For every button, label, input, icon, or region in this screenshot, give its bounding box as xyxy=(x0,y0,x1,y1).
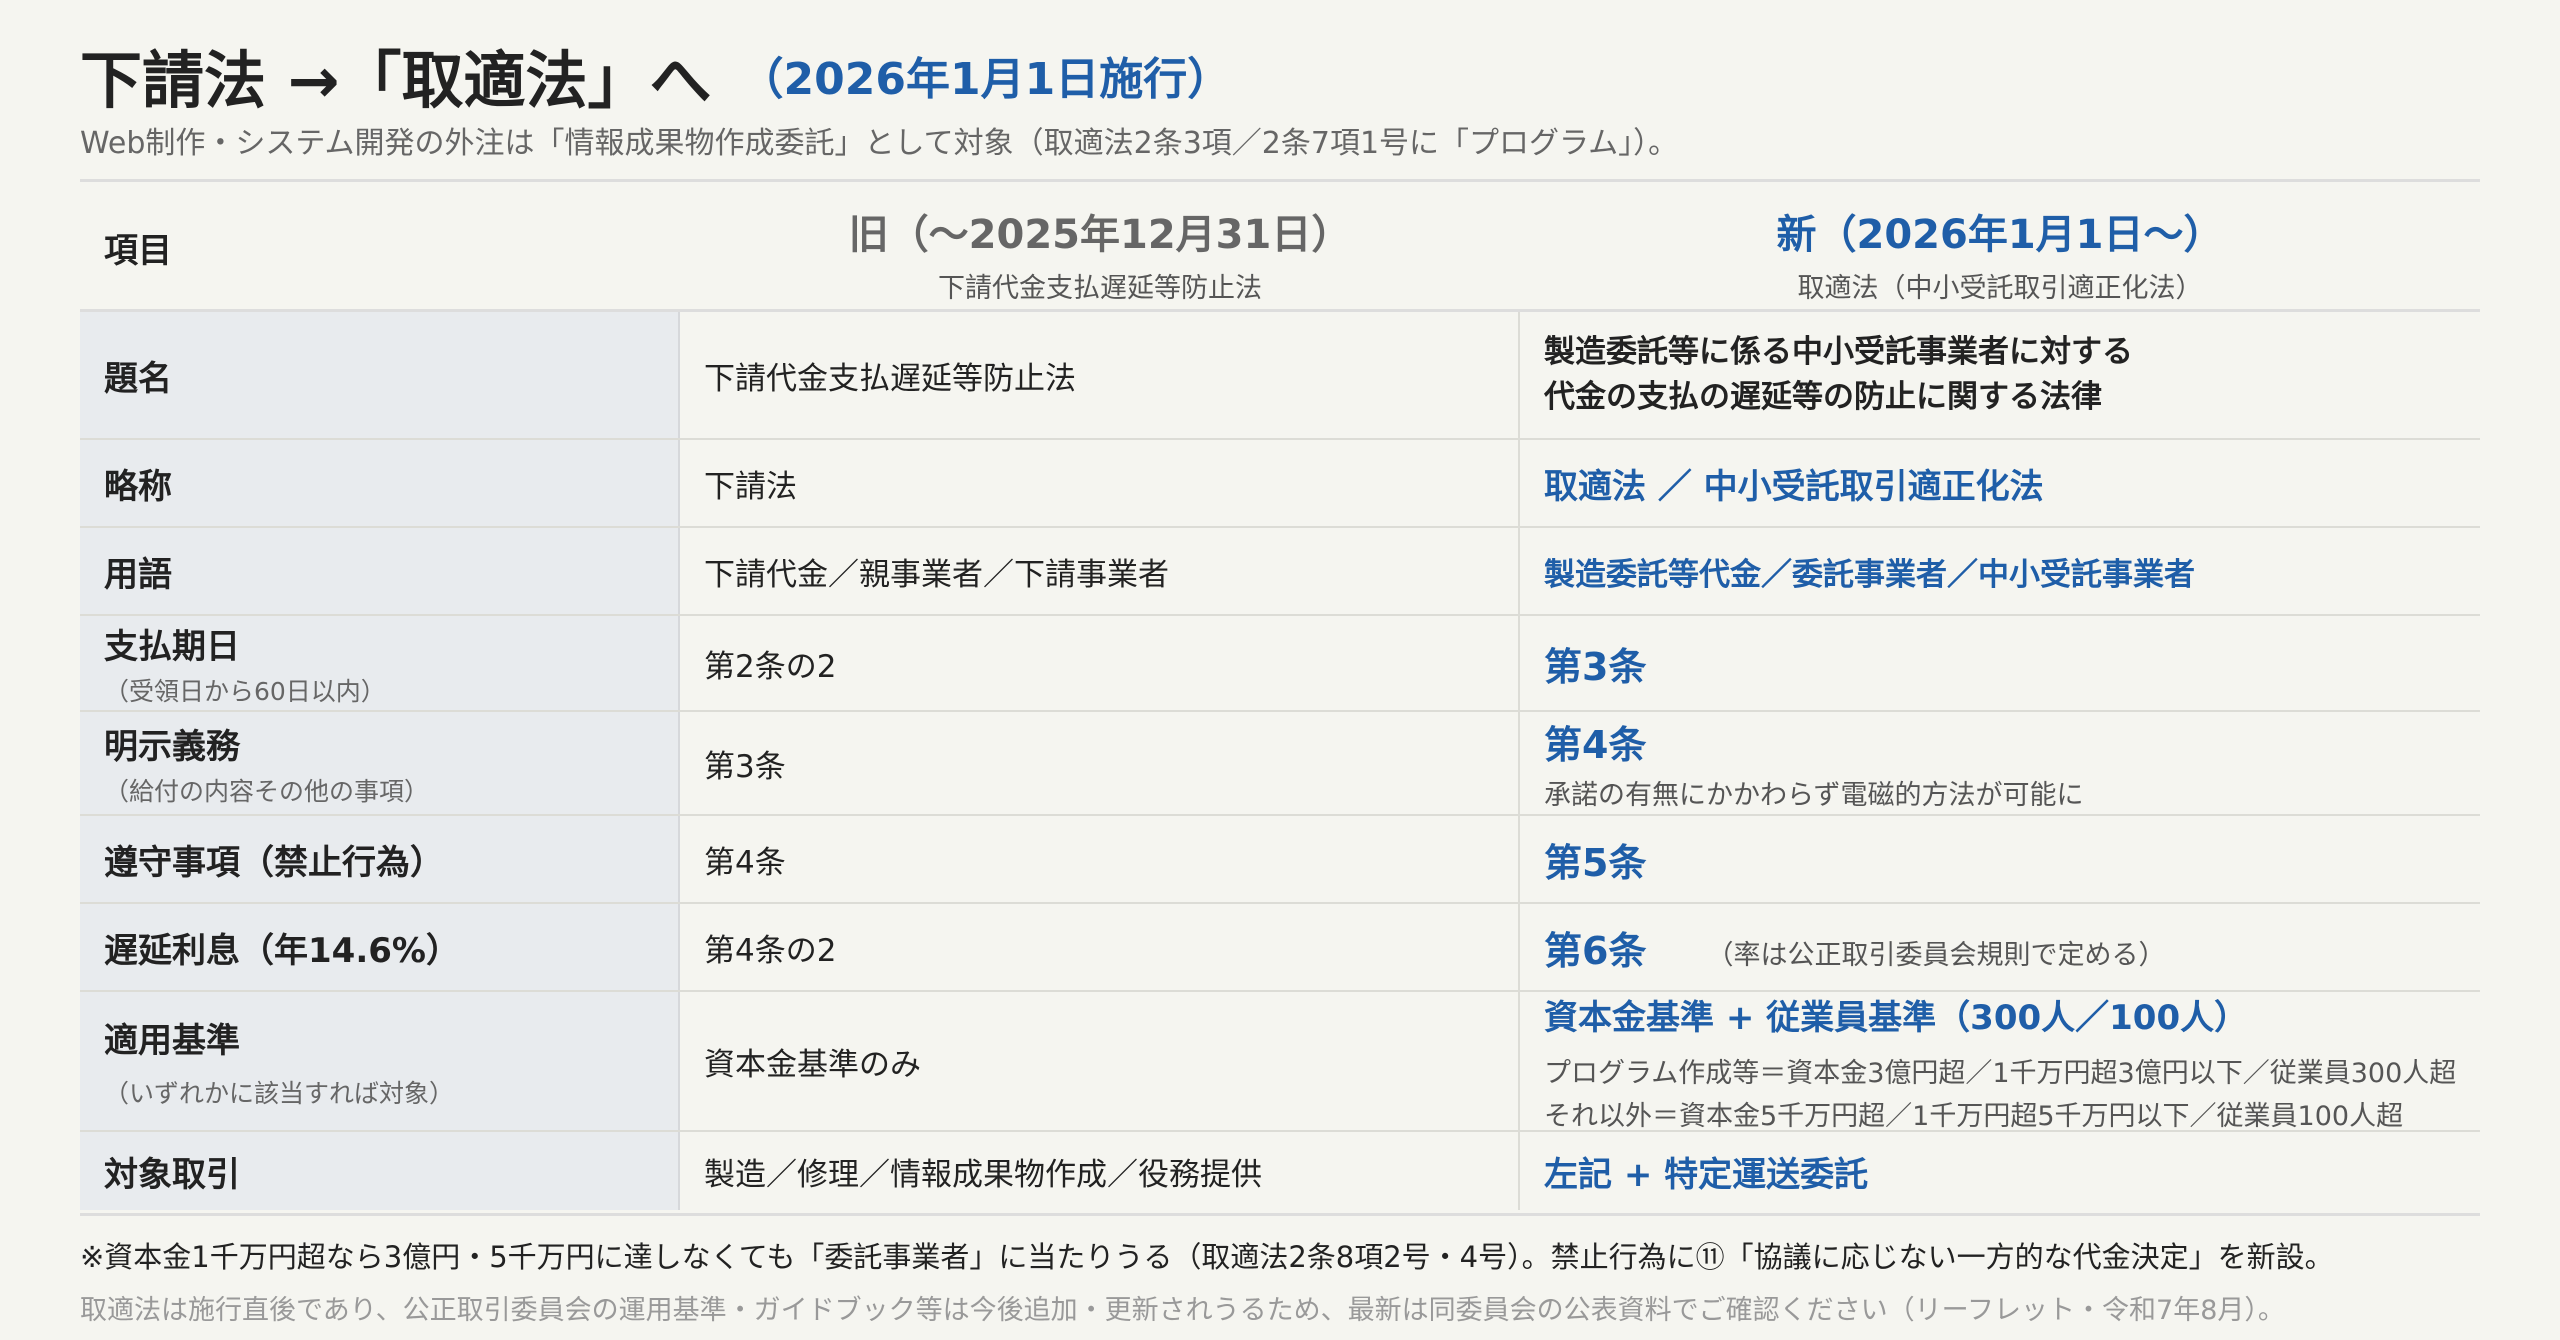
new-value: 第5条 xyxy=(1544,840,1647,885)
page-subtitle: Web制作・システム開発の外注は「情報成果物作成委託」として対象（取適法2条3項… xyxy=(80,126,1679,161)
row-label-note: （受領日から60日以内） xyxy=(104,676,386,706)
new-value-note: 承諾の有無にかかわらず電磁的方法が可能に xyxy=(1544,780,2084,811)
old-cell: 第2条の2 xyxy=(680,616,1520,710)
table-row: 適用基準 （いずれかに該当すれば対象） 資本金基準のみ 資本金基準 + 従業員基… xyxy=(80,992,2480,1132)
row-label-text: 明示義務 xyxy=(104,726,240,767)
row-label-text: 適用基準 xyxy=(104,1020,240,1061)
old-value: 第3条 xyxy=(704,748,786,785)
page: 下請法 →「取適法」へ （2026年1月1日施行） Web制作・システム開発の外… xyxy=(0,0,2560,1340)
new-value-note: プログラム作成等＝資本金3億円超／1千万円超3億円以下／従業員300人超 xyxy=(1544,1057,2457,1089)
footnote-disclaimer: 取適法は施行直後であり、公正取引委員会の運用基準・ガイドブック等は今後追加・更新… xyxy=(80,1295,2285,1326)
row-label: 支払期日 （受領日から60日以内） xyxy=(80,616,680,710)
table-row: 遅延利息（年14.6%） 第4条の2 第6条 （率は公正取引委員会規則で定める） xyxy=(80,904,2480,992)
new-cell: 左記 + 特定運送委託 xyxy=(1520,1132,2480,1210)
header-new-subtitle: 取適法（中小受託取引適正化法） xyxy=(1797,273,2203,304)
table-row: 略称 下請法 取適法 ／ 中小受託取引適正化法 xyxy=(80,440,2480,528)
table-row: 遵守事項（禁止行為） 第4条 第5条 xyxy=(80,816,2480,904)
row-label: 適用基準 （いずれかに該当すれば対象） xyxy=(80,992,680,1130)
row-label-text: 遵守事項（禁止行為） xyxy=(104,842,444,883)
new-value: 左記 + 特定運送委託 xyxy=(1544,1154,1869,1195)
table-row: 対象取引 製造／修理／情報成果物作成／役務提供 左記 + 特定運送委託 xyxy=(80,1132,2480,1210)
old-value: 第4条の2 xyxy=(704,932,837,969)
page-title: 下請法 →「取適法」へ xyxy=(80,44,712,117)
new-cell: 第3条 xyxy=(1520,616,2480,710)
row-label-note: （給付の内容その他の事項） xyxy=(104,776,430,806)
new-cell: 第5条 xyxy=(1520,816,2480,902)
new-value: 第4条 xyxy=(1544,723,1647,767)
new-value: 第6条 xyxy=(1544,928,1647,973)
old-value: 製造／修理／情報成果物作成／役務提供 xyxy=(704,1156,1262,1193)
header-old: 旧（〜2025年12月31日） 下請代金支払遅延等防止法 xyxy=(680,182,1520,312)
old-value: 第4条 xyxy=(704,844,786,881)
header-new: 新（2026年1月1日〜） 取適法（中小受託取引適正化法） xyxy=(1520,182,2480,312)
row-label-text: 題名 xyxy=(104,358,172,399)
row-label: 明示義務 （給付の内容その他の事項） xyxy=(80,712,680,814)
old-value: 資本金基準のみ xyxy=(704,1046,921,1083)
old-cell: 第4条 xyxy=(680,816,1520,902)
row-label: 略称 xyxy=(80,440,680,526)
row-label-note: （いずれかに該当すれば対象） xyxy=(104,1078,455,1108)
table-row: 明示義務 （給付の内容その他の事項） 第3条 第4条 承諾の有無にかかわらず電磁… xyxy=(80,712,2480,816)
row-label-text: 支払期日 xyxy=(104,626,240,667)
old-cell: 下請代金／親事業者／下請事業者 xyxy=(680,528,1520,614)
old-value: 下請代金／親事業者／下請事業者 xyxy=(704,556,1169,593)
row-label: 遵守事項（禁止行為） xyxy=(80,816,680,902)
row-label: 対象取引 xyxy=(80,1132,680,1210)
row-label: 遅延利息（年14.6%） xyxy=(80,904,680,990)
old-cell: 下請法 xyxy=(680,440,1520,526)
effective-date: （2026年1月1日施行） xyxy=(739,54,1232,105)
old-value: 下請法 xyxy=(704,468,797,505)
new-cell: 第4条 承諾の有無にかかわらず電磁的方法が可能に xyxy=(1520,712,2480,814)
new-value-group: 第6条 （率は公正取引委員会規則で定める） xyxy=(1544,920,2480,975)
header-new-title: 新（2026年1月1日〜） xyxy=(1776,212,2224,258)
row-label-text: 遅延利息（年14.6%） xyxy=(104,930,460,971)
new-cell: 取適法 ／ 中小受託取引適正化法 xyxy=(1520,440,2480,526)
table-row: 用語 下請代金／親事業者／下請事業者 製造委託等代金／委託事業者／中小受託事業者 xyxy=(80,528,2480,616)
old-value: 下請代金支払遅延等防止法 xyxy=(704,360,1076,397)
row-label: 題名 xyxy=(80,312,680,438)
new-cell: 第6条 （率は公正取引委員会規則で定める） xyxy=(1520,904,2480,990)
comparison-table: 題名 下請代金支払遅延等防止法 製造委託等に係る中小受託事業者に対する 代金の支… xyxy=(80,312,2480,1210)
new-cell: 資本金基準 + 従業員基準（300人／100人） プログラム作成等＝資本金3億円… xyxy=(1520,992,2480,1132)
new-value: 取適法 ／ 中小受託取引適正化法 xyxy=(1544,466,2044,507)
new-value: 第3条 xyxy=(1544,644,1647,689)
new-value: 資本金基準 + 従業員基準（300人／100人） xyxy=(1544,997,2249,1038)
old-cell: 製造／修理／情報成果物作成／役務提供 xyxy=(680,1132,1520,1210)
header-old-subtitle: 下請代金支払遅延等防止法 xyxy=(938,273,1262,304)
new-value-line2: 代金の支払の遅延等の防止に関する法律 xyxy=(1544,379,2102,415)
row-label-text: 略称 xyxy=(104,466,172,507)
footnote: ※資本金1千万円超なら3億円・5千万円に達しなくても「委託事業者」に当たりうる（… xyxy=(80,1240,2334,1274)
header-old-title: 旧（〜2025年12月31日） xyxy=(848,212,1352,258)
old-cell: 第4条の2 xyxy=(680,904,1520,990)
header-item: 項目 xyxy=(80,182,680,312)
table-row: 支払期日 （受領日から60日以内） 第2条の2 第3条 xyxy=(80,616,2480,712)
old-value: 第2条の2 xyxy=(704,648,837,685)
row-label-text: 用語 xyxy=(104,554,172,595)
new-value-note: それ以外＝資本金5千万円超／1千万円超5千万円以下／従業員100人超 xyxy=(1544,1100,2404,1132)
table-row: 題名 下請代金支払遅延等防止法 製造委託等に係る中小受託事業者に対する 代金の支… xyxy=(80,312,2480,440)
new-value: 製造委託等代金／委託事業者／中小受託事業者 xyxy=(1544,556,2195,593)
new-cell: 製造委託等に係る中小受託事業者に対する 代金の支払の遅延等の防止に関する法律 xyxy=(1520,312,2480,438)
divider xyxy=(80,1213,2480,1216)
row-label-text: 対象取引 xyxy=(104,1154,240,1195)
new-value-note: （率は公正取引委員会規則で定める） xyxy=(1706,939,2166,971)
row-label: 用語 xyxy=(80,528,680,614)
old-cell: 資本金基準のみ xyxy=(680,992,1520,1130)
title-row: 下請法 →「取適法」へ （2026年1月1日施行） xyxy=(80,30,2480,120)
new-cell: 製造委託等代金／委託事業者／中小受託事業者 xyxy=(1520,528,2480,614)
old-cell: 下請代金支払遅延等防止法 xyxy=(680,312,1520,438)
new-value-line1: 製造委託等に係る中小受託事業者に対する xyxy=(1544,334,2133,371)
old-cell: 第3条 xyxy=(680,712,1520,814)
header-item-label: 項目 xyxy=(104,230,172,271)
